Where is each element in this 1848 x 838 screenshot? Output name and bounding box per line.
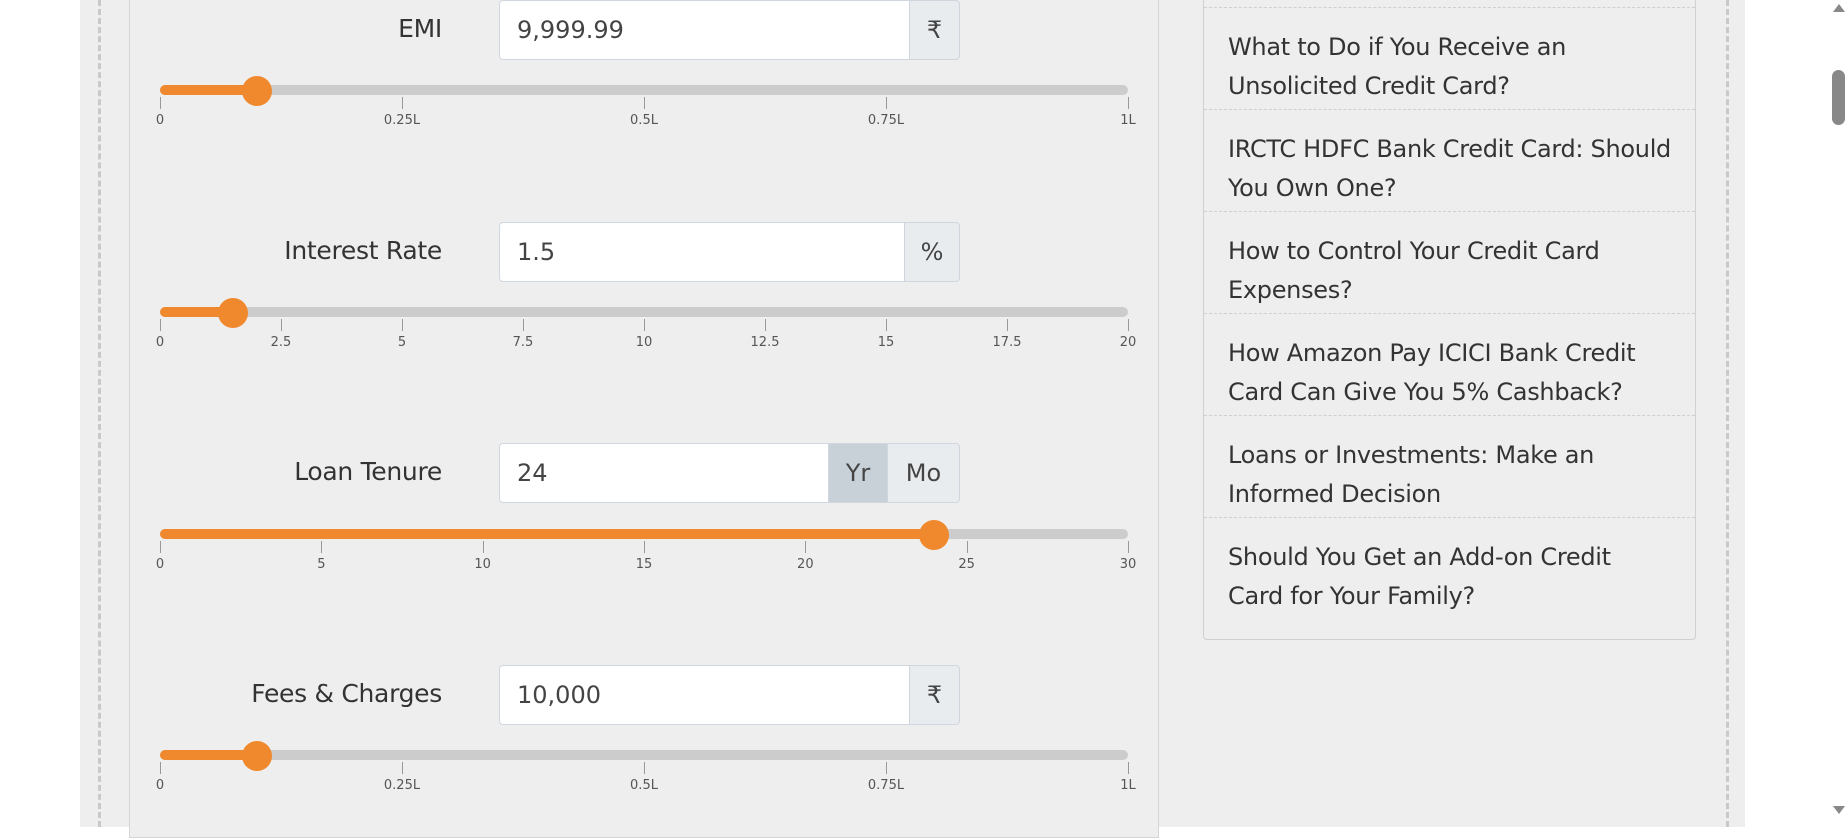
sidebar-article-link[interactable]: IRCTC HDFC Bank Credit Card: Should You … <box>1204 109 1695 211</box>
slider-tick-label: 5 <box>397 335 407 350</box>
sidebar-article-link[interactable]: How to Control Your Credit Card Expenses… <box>1204 211 1695 313</box>
slider-handle[interactable] <box>241 76 272 106</box>
emi-label: EMI <box>398 14 442 43</box>
slider-tick <box>644 762 645 774</box>
slider-tick <box>402 319 403 331</box>
fees-charges-input[interactable]: 10,000 <box>499 665 910 725</box>
slider-tick <box>160 319 161 331</box>
slider-tick-label: 1L <box>1120 113 1136 128</box>
slider-handle[interactable] <box>919 520 950 550</box>
slider-tick <box>886 97 887 109</box>
slider-tick <box>966 541 968 553</box>
years-toggle[interactable]: Yr <box>828 443 888 503</box>
slider-tick <box>1128 541 1129 553</box>
slider-tick <box>644 319 645 331</box>
slider-tick <box>281 319 282 331</box>
left-dashed-border <box>98 0 101 827</box>
slider-track[interactable] <box>160 85 1128 95</box>
loan-tenure-field: Loan Tenure 24 Yr Mo <box>130 443 1160 503</box>
slider-tick-label: 25 <box>958 557 975 572</box>
sidebar-article-link[interactable]: Should You Get an Add-on Credit Card for… <box>1204 517 1695 619</box>
fees-charges-label: Fees & Charges <box>251 679 442 708</box>
scrollbar-thumb[interactable] <box>1832 70 1845 125</box>
slider-tick-label: 0.25L <box>383 778 421 793</box>
fees-charges-slider[interactable]: 0 0.25L 0.5L 0.75L 1L <box>156 740 1136 800</box>
slider-tick-label: 5 <box>317 557 326 572</box>
interest-rate-field: Interest Rate 1.5 % <box>130 222 1160 282</box>
slider-tick <box>160 97 161 109</box>
slider-tick <box>886 319 887 331</box>
slider-tick <box>523 319 524 331</box>
emi-field: EMI 9,999.99 ₹ <box>130 0 1160 60</box>
slider-tick-label: 2.5 <box>270 335 292 350</box>
slider-tick-label: 20 <box>1119 335 1137 350</box>
slider-tick <box>402 97 403 109</box>
slider-tick-label: 20 <box>797 557 814 572</box>
slider-tick-label: 17.5 <box>992 335 1022 350</box>
interest-rate-label: Interest Rate <box>284 236 442 265</box>
slider-tick-label: 12.5 <box>750 335 780 350</box>
slider-tick <box>886 762 887 774</box>
sidebar-article-link[interactable]: What to Do if You Receive an Unsolicited… <box>1204 7 1695 109</box>
sidebar-article-link[interactable]: Loans or Investments: Make an Informed D… <box>1204 415 1695 517</box>
slider-tick <box>1128 319 1129 331</box>
slider-tick <box>644 97 645 109</box>
slider-tick-label: 0.75L <box>867 778 905 793</box>
emi-slider[interactable]: 0 0.25L 0.5L 0.75L 1L <box>156 75 1136 135</box>
slider-tick <box>1128 97 1129 109</box>
slider-tick <box>160 762 161 774</box>
slider-tick <box>805 541 807 553</box>
slider-tick-label: 0 <box>155 557 165 572</box>
emi-input[interactable]: 9,999.99 <box>499 0 910 60</box>
slider-tick-label: 30 <box>1119 557 1137 572</box>
slider-tick <box>1007 319 1008 331</box>
slider-tick-label: 1L <box>1120 778 1136 793</box>
slider-track[interactable] <box>160 750 1128 760</box>
rupee-addon: ₹ <box>909 665 960 725</box>
scroll-down-arrow-icon[interactable] <box>1833 806 1845 814</box>
emi-calculator-panel: EMI 9,999.99 ₹ 0 0.25L 0.5L 0.75L 1L Interes… <box>129 0 1159 838</box>
slider-handle[interactable] <box>217 298 248 328</box>
slider-tick <box>482 541 484 553</box>
loan-tenure-slider[interactable]: 0 5 10 15 20 25 30 <box>156 519 1136 579</box>
rupee-addon: ₹ <box>909 0 960 60</box>
slider-tick-label: 0.25L <box>383 113 421 128</box>
slider-tick-label: 7.5 <box>512 335 534 350</box>
slider-tick-label: 10 <box>474 557 491 572</box>
slider-tick <box>644 541 645 553</box>
scroll-up-arrow-icon[interactable] <box>1833 4 1845 12</box>
vertical-scrollbar[interactable] <box>1829 0 1848 827</box>
slider-tick <box>321 541 323 553</box>
months-toggle[interactable]: Mo <box>887 443 960 503</box>
slider-handle[interactable] <box>241 741 272 771</box>
sidebar-article-link[interactable]: How Amazon Pay ICICI Bank Credit Card Ca… <box>1204 313 1695 415</box>
slider-tick-label: 15 <box>877 335 895 350</box>
loan-tenure-label: Loan Tenure <box>294 457 442 486</box>
percent-addon: % <box>904 222 960 282</box>
slider-tick-label: 0.75L <box>867 113 905 128</box>
loan-tenure-input[interactable]: 24 <box>499 443 829 503</box>
slider-tick-label: 0 <box>155 778 165 793</box>
fees-charges-field: Fees & Charges 10,000 ₹ <box>130 665 1160 725</box>
interest-rate-input[interactable]: 1.5 <box>499 222 905 282</box>
slider-tick-label: 0.5L <box>630 778 658 793</box>
slider-tick <box>160 541 161 553</box>
slider-tick <box>765 319 766 331</box>
slider-tick-label: 0 <box>155 335 165 350</box>
slider-tick-label: 10 <box>635 335 653 350</box>
slider-tick <box>1128 762 1129 774</box>
slider-tick <box>402 762 403 774</box>
slider-fill <box>160 529 935 539</box>
slider-tick-label: 15 <box>635 557 653 572</box>
slider-track[interactable] <box>160 307 1128 317</box>
related-articles-sidebar: What to Do if You Receive an Unsolicited… <box>1203 0 1696 640</box>
interest-rate-slider[interactable]: 0 2.5 5 7.5 10 12.5 15 17.5 20 <box>156 297 1136 357</box>
slider-tick-label: 0 <box>155 113 165 128</box>
slider-tick-label: 0.5L <box>630 113 658 128</box>
right-dashed-border <box>1726 0 1729 827</box>
